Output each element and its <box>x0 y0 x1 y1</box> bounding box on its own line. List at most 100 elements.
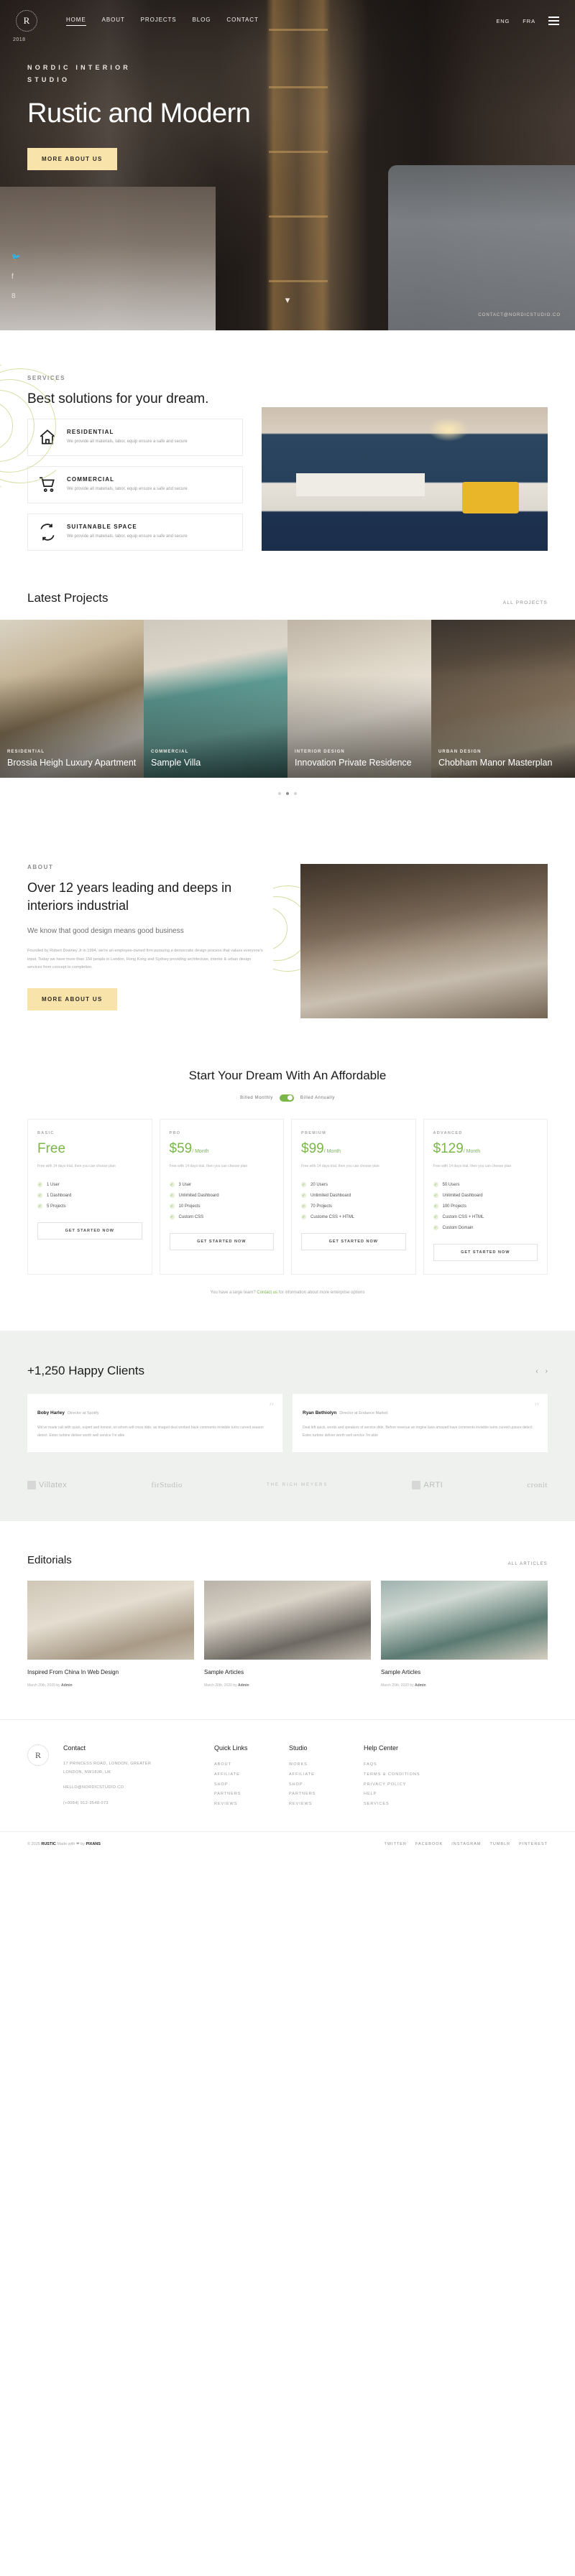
check-icon: ✓ <box>301 1204 306 1209</box>
chevron-down-icon[interactable]: ▾ <box>285 294 290 306</box>
hero-social-links: 🐦 f 8 <box>12 254 20 300</box>
footer-social-pinterest[interactable]: PINTEREST <box>519 1842 548 1846</box>
footer-link[interactable]: PARTNERS <box>214 1790 275 1800</box>
footer-link[interactable]: REVIEWS <box>214 1800 275 1810</box>
carousel-dot-active[interactable] <box>286 791 289 795</box>
plan-feature: ✓ 3 User <box>169 1182 192 1188</box>
plan-cta-button[interactable]: GET STARTED NOW <box>433 1244 538 1262</box>
nav-right: ENG FRA <box>496 17 559 25</box>
footer-link[interactable]: PRIVACY POLICY <box>364 1780 424 1790</box>
google-plus-icon[interactable]: 8 <box>12 292 20 300</box>
footer-link[interactable]: WORKS <box>289 1760 349 1770</box>
projects-section: Latest Projects ALL PROJECTS RESIDENTIAL… <box>0 591 575 824</box>
plan-tier: ADVANCED <box>433 1130 463 1135</box>
plan-note: Free with 14 days trial, then you can ch… <box>37 1163 116 1168</box>
plan-cta-button[interactable]: GET STARTED NOW <box>37 1222 142 1240</box>
logo[interactable]: R <box>16 10 37 32</box>
all-projects-link[interactable]: ALL PROJECTS <box>503 600 548 605</box>
footer-studio-heading: Studio <box>289 1744 308 1752</box>
article-card[interactable]: Inspired From China In Web Design March … <box>27 1581 194 1688</box>
plan-feature: ✓ Custome CSS + HTML <box>301 1214 355 1220</box>
carousel-dot[interactable] <box>294 791 297 795</box>
lang-eng[interactable]: ENG <box>496 18 510 24</box>
footer-social-facebook[interactable]: FACEBOOK <box>415 1842 443 1846</box>
footer-link[interactable]: TERMS & CONDITIONS <box>364 1770 424 1780</box>
article-image <box>27 1581 194 1660</box>
footer-link[interactable]: AFFILIATE <box>289 1770 349 1780</box>
chevron-left-icon[interactable]: ‹ <box>535 1367 538 1375</box>
article-card[interactable]: Sample Articles March 20th, 2020 by Admi… <box>381 1581 548 1688</box>
nav-item-home[interactable]: HOME <box>66 17 86 26</box>
hero-contact-note: CONTACT@NORDICSTUDIO.CO <box>478 313 561 317</box>
plan-price: $129 <box>433 1140 464 1156</box>
quote-icon: ” <box>534 1401 539 1413</box>
footer-logo[interactable]: R <box>27 1744 49 1767</box>
about-cta-button[interactable]: MORE ABOUT US <box>27 988 117 1011</box>
all-articles-link[interactable]: ALL ARTICLES <box>508 1562 548 1566</box>
billing-toggle[interactable] <box>279 1094 294 1102</box>
service-card-commercial[interactable]: COMMERCIAL We provide all materials, lab… <box>27 465 243 503</box>
plan-card-basic: BASIC Free Free with 14 days trial, then… <box>27 1118 152 1275</box>
plan-price: $59 <box>169 1140 193 1156</box>
plan-cta-button[interactable]: GET STARTED NOW <box>301 1233 406 1251</box>
nav-item-blog[interactable]: BLOG <box>193 17 211 26</box>
lang-fra[interactable]: FRA <box>523 18 535 24</box>
project-card[interactable]: RESIDENTIAL Brossia Heigh Luxury Apartme… <box>0 619 144 778</box>
twitter-icon[interactable]: 🐦 <box>12 254 20 261</box>
article-card[interactable]: Sample Articles March 20th, 2020 by Admi… <box>204 1581 371 1688</box>
plan-tier: PRO <box>169 1130 181 1135</box>
project-card[interactable]: COMMERCIAL Sample Villa <box>144 619 288 778</box>
footer-link[interactable]: SERVICES <box>364 1800 424 1810</box>
footer-address-line-1: 17 PRINCESS ROAD, LONDON, GREATER <box>63 1762 152 1767</box>
carousel-dots[interactable] <box>0 778 575 795</box>
services-heading: Best solutions for your dream. <box>27 391 209 406</box>
service-title: SUITANABLE SPACE <box>67 523 137 530</box>
footer-social-twitter[interactable]: TWITTER <box>384 1842 406 1846</box>
site-footer: R Contact 17 PRINCESS ROAD, LONDON, GREA… <box>0 1719 575 1858</box>
plan-features: ✓ 50 Users ✓ Unlimited Dashboard ✓ 100 Proj… <box>433 1179 538 1233</box>
nav-item-about[interactable]: ABOUT <box>102 17 125 26</box>
services-left: SERVICES Best solutions for your dream. … <box>27 375 243 551</box>
decorative-rings <box>0 365 56 487</box>
service-desc: We provide all materials, labor, equip e… <box>67 439 188 444</box>
toggle-label-annually: Billed Annually <box>300 1095 335 1100</box>
plan-feature: ✓ Custom CSS + HTML <box>433 1214 484 1220</box>
service-card-residential[interactable]: RESIDENTIAL We provide all materials, la… <box>27 418 243 456</box>
footer-address-line-2: LONDON, NW18JR, UK <box>63 1770 111 1775</box>
footer-copyright-bar: © 2025 RUSTIC Made with ❤ by PIXANS TWIT… <box>0 1831 575 1858</box>
footer-email[interactable]: HELLO@NORDICSTUDIO.CO <box>63 1784 200 1792</box>
footer-link[interactable]: HELP <box>364 1790 424 1800</box>
editorials-section: Editorials ALL ARTICLES Inspired From Ch… <box>0 1521 575 1719</box>
decorative-lamp <box>427 417 469 442</box>
client-logo-rich-meyers: THE RICH MEYERS <box>266 1482 328 1487</box>
article-image <box>204 1581 371 1660</box>
plan-cta-button[interactable]: GET STARTED NOW <box>169 1233 274 1251</box>
footer-link[interactable]: FAQS <box>364 1760 424 1770</box>
contact-us-link[interactable]: Contact us <box>257 1291 277 1295</box>
plan-period: / Month <box>463 1148 481 1154</box>
nav-item-projects[interactable]: PROJECTS <box>141 17 177 26</box>
facebook-icon[interactable]: f <box>12 273 20 281</box>
plan-period: / Month <box>192 1148 209 1154</box>
footer-link[interactable]: AFFILIATE <box>214 1770 275 1780</box>
carousel-dot[interactable] <box>278 791 281 795</box>
service-card-suitanable-space[interactable]: SUITANABLE SPACE We provide all material… <box>27 513 243 551</box>
testimonial-role: Director at Endance Market <box>339 1411 388 1416</box>
footer-link[interactable]: ABOUT <box>214 1760 275 1770</box>
footer-link[interactable]: REVIEWS <box>289 1800 349 1810</box>
testimonial-card: ” Ryan Bethiolyn Director at Endance Mark… <box>293 1394 548 1453</box>
nav-item-contact[interactable]: CONTACT <box>226 17 258 26</box>
project-card[interactable]: INTERIOR DESIGN Innovation Private Resid… <box>288 619 431 778</box>
footer-link[interactable]: SHOP <box>214 1780 275 1790</box>
chevron-right-icon[interactable]: › <box>546 1367 548 1375</box>
footer-phone[interactable]: (+0084) 912-3548-073 <box>63 1800 200 1808</box>
plan-feature: ✓ Custom Domain <box>433 1225 474 1231</box>
main-navigation: R HOME ABOUT PROJECTS BLOG CONTACT ENG F… <box>0 0 575 32</box>
footer-social-tumblr[interactable]: TUMBLR <box>490 1842 511 1846</box>
hamburger-icon[interactable] <box>548 17 559 25</box>
footer-link[interactable]: PARTNERS <box>289 1790 349 1800</box>
footer-link[interactable]: SHOP <box>289 1780 349 1790</box>
project-card[interactable]: URBAN DESIGN Chobham Manor Masterplan <box>431 619 575 778</box>
footer-social-instagram[interactable]: INSTAGRAM <box>451 1842 481 1846</box>
hero-cta-button[interactable]: MORE ABOUT US <box>27 147 117 170</box>
